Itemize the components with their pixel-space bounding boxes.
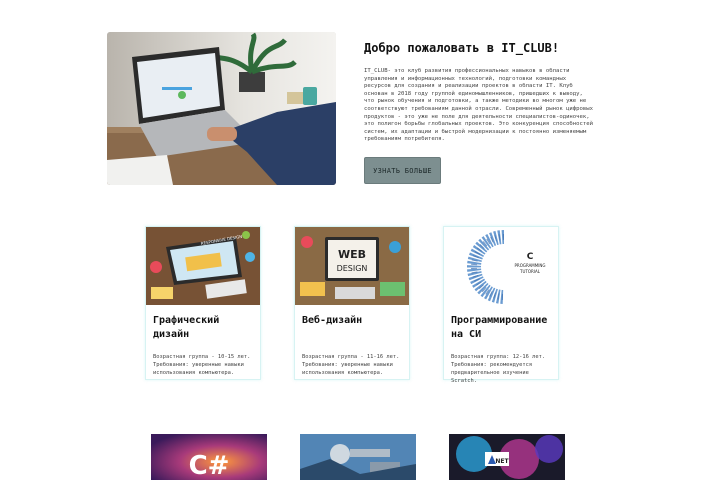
thumb-caption-web: WEB [338,248,366,261]
thumb-caption-c: C [527,252,534,262]
thumb-caption-programming: PROGRAMMING [515,263,546,268]
course-thumbnail: RESPONSIVE DESIGN [146,227,260,305]
course-age-group: Возрастная группа - 11-16 лет. [302,354,400,360]
course-card-graphic-design[interactable]: RESPONSIVE DESIGN Графический дизайн Воз… [145,226,261,380]
thumb-caption-tutorial: TUTORIAL [519,269,541,274]
course-age-group: Возрастная группа - 10-15 лет. [153,354,251,360]
course-requirements: Требования: уверенные навыки использован… [153,362,244,376]
course-card-c-programming[interactable]: C PROGRAMMING TUTORIAL Программирование … [443,226,559,384]
csharp-logo-text: C# [189,451,230,480]
hero-text-block: Добро пожаловать в IT_CLUB! IT_CLUB- это… [364,40,594,144]
course-thumbnail-dotnet[interactable]: NET [449,434,565,480]
course-title: Веб-дизайн [302,315,363,326]
course-thumbnail-robotics[interactable] [300,434,416,480]
course-description: Возрастная группа: 12-16 лет. Требования… [444,349,558,385]
course-title: Программирование на СИ [451,315,548,340]
hero-description: IT_CLUB- это клуб развития профессиональ… [364,68,594,143]
course-description: Возрастная группа - 10-15 лет. Требовани… [146,349,260,377]
dotnet-logo-text: NET [495,458,509,465]
hero-image [107,32,336,185]
course-thumbnail: C PROGRAMMING TUTORIAL [444,227,558,305]
course-thumbnail-csharp[interactable]: C# [151,434,267,480]
course-requirements: Требования: рекомендуется предварительно… [451,362,533,384]
course-card-web-design[interactable]: WEB DESIGN Веб-дизайн Возрастная группа … [294,226,410,380]
course-thumbnail: WEB DESIGN [295,227,409,305]
course-title: Графический дизайн [153,315,220,340]
course-requirements: Требования: уверенные навыки использован… [302,362,393,376]
hero-title: Добро пожаловать в IT_CLUB! [364,41,560,55]
thumb-caption-design: DESIGN [337,264,368,273]
course-age-group: Возрастная группа: 12-16 лет. [451,354,546,360]
course-description: Возрастная группа - 11-16 лет. Требовани… [295,349,409,377]
learn-more-button[interactable]: УЗНАТЬ БОЛЬШЕ [364,157,441,184]
